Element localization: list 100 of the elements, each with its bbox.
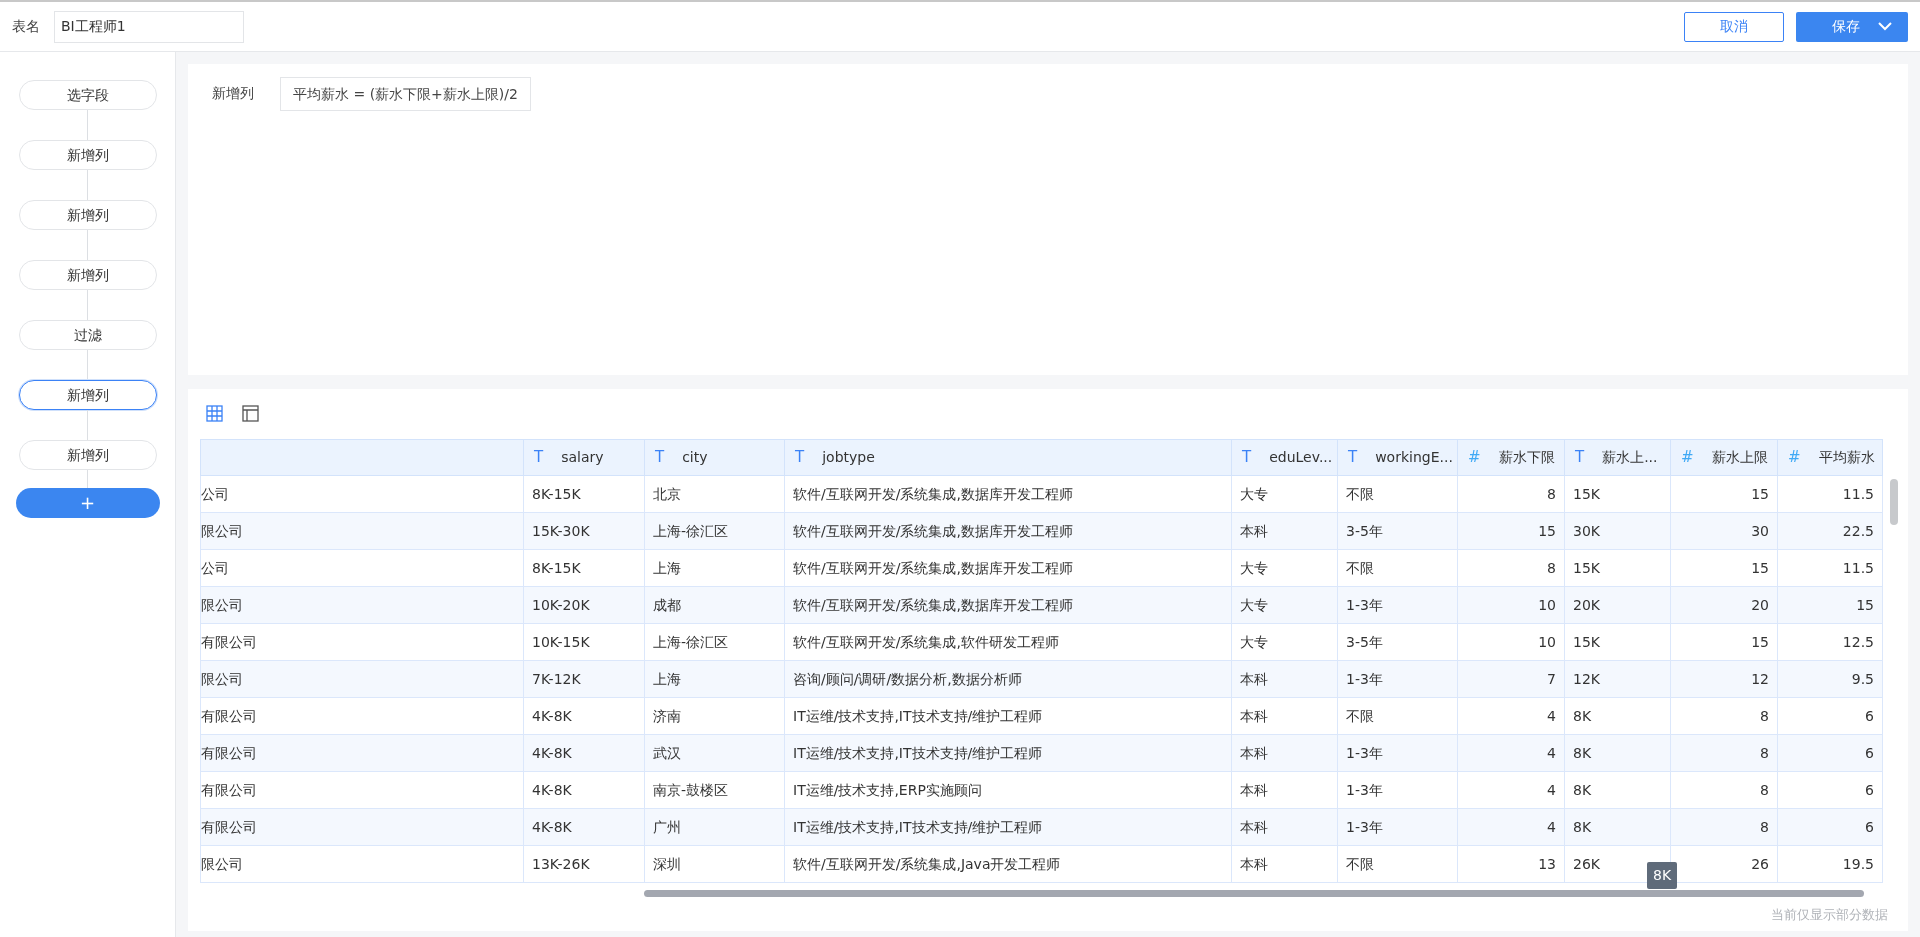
table-cell: 大专 xyxy=(1231,586,1338,624)
step-node[interactable]: 新增列 xyxy=(18,260,157,290)
cancel-button[interactable]: 取消 xyxy=(1684,11,1784,42)
step-node[interactable]: 选字段 xyxy=(18,80,157,110)
table-cell: 不限 xyxy=(1337,475,1458,513)
table-cell: 大专 xyxy=(1231,623,1338,661)
text-type-icon: T xyxy=(795,450,805,465)
column-header[interactable]: T jobtype xyxy=(784,439,1232,476)
column-header[interactable]: T eduLev... xyxy=(1231,439,1338,476)
column-header[interactable]: # 薪水下限 xyxy=(1457,439,1565,476)
column-title: salary xyxy=(561,448,604,467)
column-title: 薪水上限 xyxy=(1711,448,1768,467)
table-cell: 15 xyxy=(1457,512,1565,550)
table-cell: 15 xyxy=(1670,623,1778,661)
step-node[interactable]: 新增列 xyxy=(18,200,157,230)
table-cell: 1-3年 xyxy=(1337,734,1458,772)
table-cell: 本科 xyxy=(1231,734,1338,772)
table-cell: 上海 xyxy=(644,660,785,698)
column-title: 平均薪水 xyxy=(1818,448,1875,467)
table-cell: 1-3年 xyxy=(1337,808,1458,846)
table-cell: 10K-15K xyxy=(523,623,645,661)
table-cell: 10 xyxy=(1457,586,1565,624)
table-cell: 13 xyxy=(1457,845,1565,883)
table-cell: 深圳 xyxy=(644,845,785,883)
table-cell: 有限公司 xyxy=(200,623,524,661)
grid-icon[interactable] xyxy=(204,403,224,423)
number-type-icon: # xyxy=(1788,450,1801,465)
table-cell: 限公司 xyxy=(200,586,524,624)
table-cell: 8 xyxy=(1457,549,1565,587)
column-title: 薪水上... xyxy=(1602,448,1658,467)
table-cell: 4K-8K xyxy=(523,808,645,846)
column-header[interactable]: T salary xyxy=(523,439,645,476)
step-node[interactable]: 新增列 xyxy=(18,380,157,410)
add-step-button[interactable]: + xyxy=(15,488,160,518)
table-cell: 软件/互联网开发/系统集成,数据库开发工程师 xyxy=(784,512,1232,550)
step-node[interactable]: 过滤 xyxy=(18,320,157,350)
table-cell: 3-5年 xyxy=(1337,623,1458,661)
table-cell: 软件/互联网开发/系统集成,数据库开发工程师 xyxy=(784,549,1232,587)
table-cell: 1-3年 xyxy=(1337,771,1458,809)
table-cell: 4K-8K xyxy=(523,771,645,809)
column-header[interactable]: # 薪水上限 xyxy=(1670,439,1778,476)
table-cell: 19.5 xyxy=(1777,845,1883,883)
number-type-icon: # xyxy=(1468,450,1481,465)
table-cell: 8K-15K xyxy=(523,549,645,587)
column-header[interactable]: # 平均薪水 xyxy=(1777,439,1883,476)
table-cell: IT运维/技术支持,IT技术支持/维护工程师 xyxy=(784,734,1232,772)
table-cell: 15K xyxy=(1564,623,1671,661)
table-cell: 本科 xyxy=(1231,697,1338,735)
tooltip: 8K xyxy=(1647,862,1678,889)
table-cell: 本科 xyxy=(1231,771,1338,809)
table-cell: 15 xyxy=(1670,475,1778,513)
table-cell: 北京 xyxy=(644,475,785,513)
horizontal-scrollbar[interactable] xyxy=(644,889,1864,897)
table-cell: 6 xyxy=(1777,808,1883,846)
table-cell: 不限 xyxy=(1337,549,1458,587)
table-cell: 15 xyxy=(1670,549,1778,587)
table-cell: 上海-徐汇区 xyxy=(644,623,785,661)
text-type-icon: T xyxy=(1242,450,1252,465)
table-name-field[interactable]: BI工程师1 xyxy=(54,10,244,43)
table-cell: 限公司 xyxy=(200,512,524,550)
layout-icon[interactable] xyxy=(240,403,260,423)
column-title: jobtype xyxy=(822,448,875,467)
table-cell: 8 xyxy=(1670,734,1778,772)
table-cell: 公司 xyxy=(200,549,524,587)
text-type-icon: T xyxy=(1575,450,1585,465)
chevron-down-icon xyxy=(1878,22,1892,31)
table-cell: 4 xyxy=(1457,734,1565,772)
column-header[interactable]: T 薪水上... xyxy=(1564,439,1671,476)
table-cell: 6 xyxy=(1777,771,1883,809)
vertical-scrollbar[interactable] xyxy=(1890,479,1898,525)
column-header[interactable]: T city xyxy=(644,439,785,476)
table-cell: 8K xyxy=(1564,808,1671,846)
text-type-icon: T xyxy=(1348,450,1358,465)
column-title: city xyxy=(682,448,708,467)
table-cell: 4K-8K xyxy=(523,697,645,735)
table-cell: 13K-26K xyxy=(523,845,645,883)
table-cell: 咨询/顾问/调研/数据分析,数据分析师 xyxy=(784,660,1232,698)
table-cell: 20 xyxy=(1670,586,1778,624)
table-cell: 22.5 xyxy=(1777,512,1883,550)
table-cell: 公司 xyxy=(200,475,524,513)
table-cell: 4K-8K xyxy=(523,734,645,772)
table-cell: 本科 xyxy=(1231,512,1338,550)
table-cell: 济南 xyxy=(644,697,785,735)
table-cell: 本科 xyxy=(1231,845,1338,883)
step-node[interactable]: 新增列 xyxy=(18,440,157,470)
table-cell: 9.5 xyxy=(1777,660,1883,698)
table-cell: 7K-12K xyxy=(523,660,645,698)
table-cell: 大专 xyxy=(1231,475,1338,513)
table-cell: 12 xyxy=(1670,660,1778,698)
table-cell: 武汉 xyxy=(644,734,785,772)
save-button[interactable]: 保存 xyxy=(1796,11,1908,42)
table-cell: 8K xyxy=(1564,734,1671,772)
table-cell: 20K xyxy=(1564,586,1671,624)
table-cell: 4 xyxy=(1457,808,1565,846)
step-node[interactable]: 新增列 xyxy=(18,140,157,170)
table-cell: 有限公司 xyxy=(200,697,524,735)
table-cell: 软件/互联网开发/系统集成,数据库开发工程师 xyxy=(784,586,1232,624)
table-cell: 15K-30K xyxy=(523,512,645,550)
formula-field[interactable]: 平均薪水 = (薪水下限+薪水上限)/2 xyxy=(280,77,531,111)
column-header[interactable]: T workingE... xyxy=(1337,439,1458,476)
